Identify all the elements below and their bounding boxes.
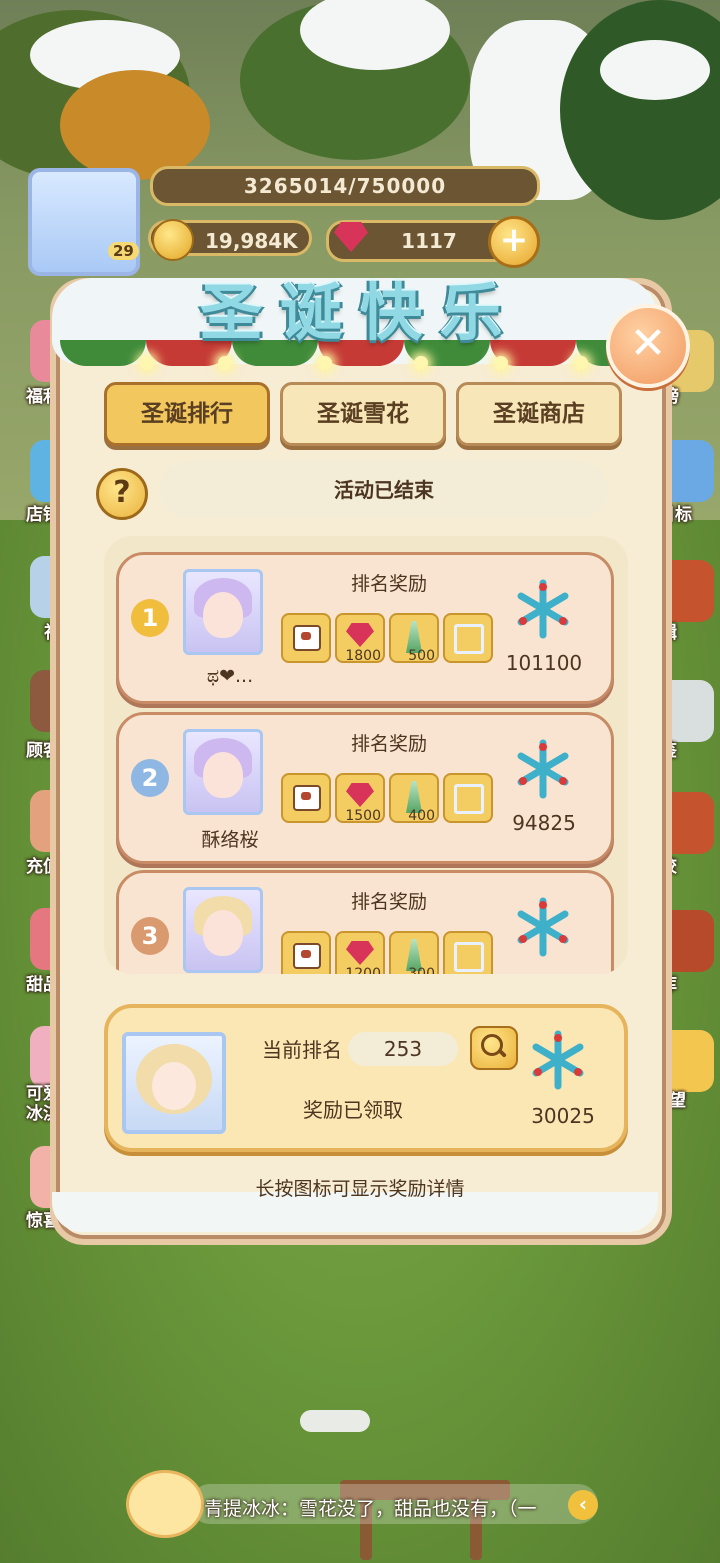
rank-avatar[interactable] [183,569,263,655]
ranking-list[interactable]: 1 ಥ❤... 排名奖励 1800 500 101100 2 酥络桜 排名奖励 … [104,536,628,974]
light-bulb [140,356,154,370]
rank-player-name: 酥络桜 [201,829,259,851]
close-button[interactable]: ✕ [606,304,690,388]
chat-icon[interactable] [126,1470,204,1538]
chat-message: 青提冰冰：雪花没了，甜品也没有，（一 [204,1498,537,1520]
tab-christmas-shop[interactable]: 圣诞商店 [456,382,622,446]
reward-bottle[interactable]: 400 [389,773,439,824]
my-score: 30025 [531,1104,595,1128]
player-level: 29 [108,242,139,260]
event-status: 活动已结束 [160,462,608,518]
rank-badge-3: 3 [131,917,169,955]
rank-score: 101100 [505,651,583,675]
snowflake-icon [517,579,569,639]
snowflake-icon [517,739,569,799]
search-icon[interactable] [470,1026,518,1070]
reward-bottle[interactable]: 300 [389,931,439,974]
current-rank-value: 253 [348,1032,458,1066]
rank-badge-2: 2 [131,759,169,797]
light-bulb [318,356,332,370]
tab-christmas-snowflake[interactable]: 圣诞雪花 [280,382,446,446]
stone-path [300,1410,370,1432]
reward-title: 排名奖励 [350,891,427,913]
reward-bottle[interactable]: 500 [389,613,439,664]
reward-frame[interactable] [443,773,493,823]
rank-row: 2 酥络桜 排名奖励 1500 400 94825 [116,712,614,864]
help-icon[interactable]: ? [96,468,148,520]
light-bulb [574,356,588,370]
snowflake-icon [517,897,569,957]
reward-gem[interactable]: 1200 [335,931,385,974]
coin-value: 19,984K [205,229,298,253]
hint-text: 长按图标可显示奖励详情 [255,1178,465,1200]
light-bulb [414,356,428,370]
rank-avatar[interactable] [183,887,263,973]
reward-title: 排名奖励 [350,733,427,755]
my-ranking-card: 当前排名 253 奖励已领取 30025 [104,1004,628,1152]
rank-badge-1: 1 [131,599,169,637]
rank-avatar[interactable] [183,729,263,815]
rank-row: 3 排名奖励 1200 300 [116,870,614,974]
reward-title: 排名奖励 [350,573,427,595]
coin-icon [152,219,194,261]
reward-cake-card[interactable] [281,773,331,823]
light-bulb [494,356,508,370]
chevron-left-icon[interactable]: ‹ [568,1490,598,1520]
light-bulb [218,356,232,370]
rank-row: 1 ಥ❤... 排名奖励 1800 500 101100 [116,552,614,704]
current-rank-label: 当前排名 [262,1038,342,1062]
reward-claimed-status: 奖励已领取 [303,1098,403,1122]
add-gems-button[interactable]: + [488,216,540,268]
reward-gem[interactable]: 1500 [335,773,385,824]
reward-frame[interactable] [443,613,493,663]
reward-cake-card[interactable] [281,613,331,663]
tab-christmas-ranking[interactable]: 圣诞排行 [104,382,270,446]
reward-frame[interactable] [443,931,493,974]
rank-player-name: ಥ❤... [206,665,254,687]
reward-gem[interactable]: 1800 [335,613,385,664]
autumn-tree [60,70,210,180]
gem-value: 1117 [401,229,457,253]
exp-bar: 3265014/750000 [150,166,540,206]
snowflake-icon [532,1030,584,1090]
rank-score: 94825 [512,811,576,835]
reward-cake-card[interactable] [281,931,331,974]
snow-cap [600,40,710,100]
my-avatar[interactable] [122,1032,226,1134]
